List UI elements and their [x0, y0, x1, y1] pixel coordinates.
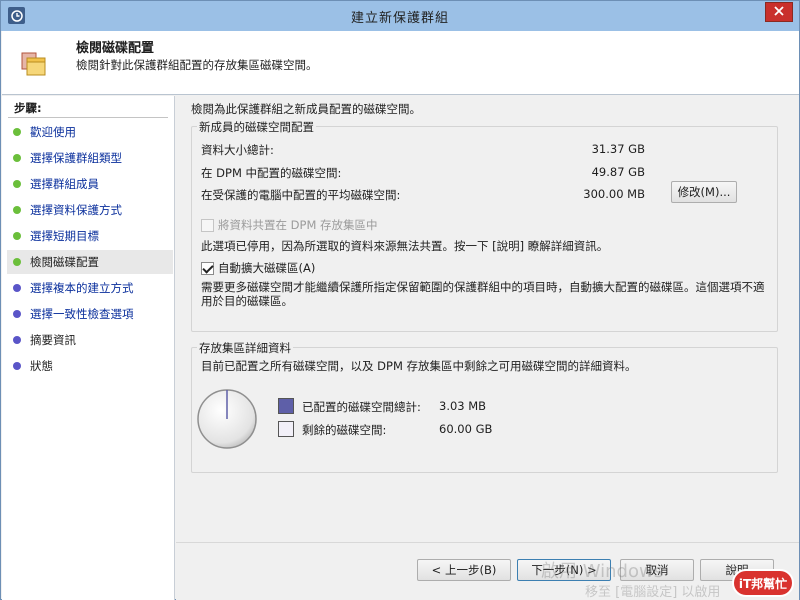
- storage-pool-legend: 存放集區詳細資料: [197, 340, 293, 356]
- step-label: 選擇資料保護方式: [30, 203, 122, 217]
- steps-sidebar: 步驟: 歡迎使用 選擇保護群組類型 選擇群組成員 選擇資料保護方式 選擇短期目標…: [2, 96, 175, 600]
- step-status-dot: [13, 310, 21, 318]
- colocate-note: 此選項已停用，因為所選取的資料來源無法共置。按一下 [說明] 瞭解詳細資訊。: [201, 239, 609, 253]
- step-select-members[interactable]: 選擇群組成員: [7, 172, 173, 196]
- step-label: 選擇一致性檢查選項: [30, 307, 134, 321]
- remaining-label: 剩餘的磁碟空間:: [302, 423, 387, 437]
- total-data-size-label: 資料大小總計:: [201, 143, 274, 157]
- colocate-checkbox[interactable]: [201, 219, 214, 232]
- step-short-term-goals[interactable]: 選擇短期目標: [7, 224, 173, 248]
- autogrow-checkbox[interactable]: [201, 262, 214, 275]
- remaining-value: 60.00 GB: [439, 422, 493, 436]
- step-status-dot: [13, 232, 21, 240]
- main-content: 檢閱為此保護群組之新成員配置的磁碟空間。 新成員的磁碟空間配置 資料大小總計: …: [176, 96, 799, 600]
- allocated-swatch: [278, 398, 294, 414]
- steps-title: 步驟:: [14, 101, 42, 115]
- wizard-window: 建立新保護群組 檢閱磁碟配置 檢閱針對此保護群組配置的存放集區磁碟空間。 步驟:…: [0, 0, 800, 600]
- app-icon: [8, 7, 25, 24]
- colocate-label: 將資料共置在 DPM 存放集區中: [218, 218, 378, 232]
- step-label: 選擇保護群組類型: [30, 151, 122, 165]
- step-label: 摘要資訊: [30, 333, 76, 347]
- close-icon: [774, 5, 784, 19]
- step-status-dot: [13, 258, 21, 266]
- title-bar: 建立新保護群組: [1, 1, 799, 31]
- step-label: 選擇群組成員: [30, 177, 99, 191]
- close-button[interactable]: [765, 2, 793, 22]
- total-data-size-value: 31.37 GB: [591, 142, 645, 156]
- allocation-group: 新成員的磁碟空間配置 資料大小總計: 31.37 GB 在 DPM 中配置的磁碟…: [191, 119, 778, 332]
- steps-divider: [8, 117, 168, 118]
- step-replica-creation[interactable]: 選擇複本的建立方式: [7, 276, 173, 300]
- step-label: 狀態: [30, 359, 53, 373]
- windows-activation-watermark: 啟用 Windows: [541, 561, 664, 582]
- bottom-divider: [176, 542, 799, 543]
- storage-pool-description: 目前已配置之所有磁碟空間，以及 DPM 存放集區中剩餘之可用磁碟空間的詳細資料。: [201, 359, 637, 373]
- ithome-logo: iT邦幫忙: [732, 569, 794, 597]
- step-status: 狀態: [7, 354, 173, 378]
- step-protection-method[interactable]: 選擇資料保護方式: [7, 198, 173, 222]
- windows-activation-watermark-sub: 移至 [電腦設定] 以啟用: [585, 585, 721, 600]
- step-label: 檢閱磁碟配置: [30, 255, 99, 269]
- allocation-legend: 新成員的磁碟空間配置: [197, 119, 316, 135]
- step-status-dot: [13, 180, 21, 188]
- dpm-allocated-label: 在 DPM 中配置的磁碟空間:: [201, 166, 342, 180]
- back-button[interactable]: < 上一步(B): [417, 559, 511, 581]
- disk-folder-icon: [19, 49, 49, 79]
- step-status-dot: [13, 206, 21, 214]
- autogrow-label: 自動擴大磁碟區(A): [218, 261, 316, 275]
- step-select-group-type[interactable]: 選擇保護群組類型: [7, 146, 173, 170]
- storage-pool-group: 存放集區詳細資料 目前已配置之所有磁碟空間，以及 DPM 存放集區中剩餘之可用磁…: [191, 340, 778, 473]
- avg-protected-value: 300.00 MB: [583, 187, 645, 201]
- step-label: 選擇短期目標: [30, 229, 99, 243]
- dpm-allocated-value: 49.87 GB: [591, 165, 645, 179]
- avg-protected-label: 在受保護的電腦中配置的平均磁碟空間:: [201, 188, 401, 202]
- step-status-dot: [13, 336, 21, 344]
- step-status-dot: [13, 362, 21, 370]
- autogrow-note: 需要更多磁碟空間才能繼續保護所指定保留範圍的保護群組中的項目時，自動擴大配置的磁…: [201, 280, 765, 308]
- step-status-dot: [13, 284, 21, 292]
- window-title: 建立新保護群組: [350, 10, 449, 26]
- modify-button[interactable]: 修改(M)...: [671, 181, 737, 203]
- step-review-disk-allocation[interactable]: 檢閱磁碟配置: [7, 250, 173, 274]
- step-consistency-check[interactable]: 選擇一致性檢查選項: [7, 302, 173, 326]
- wizard-header: 檢閱磁碟配置 檢閱針對此保護群組配置的存放集區磁碟空間。: [2, 31, 799, 95]
- intro-text: 檢閱為此保護群組之新成員配置的磁碟空間。: [191, 102, 421, 116]
- page-subtitle: 檢閱針對此保護群組配置的存放集區磁碟空間。: [76, 58, 318, 72]
- page-title: 檢閱磁碟配置: [76, 41, 155, 56]
- step-status-dot: [13, 128, 21, 136]
- step-status-dot: [13, 154, 21, 162]
- step-label: 選擇複本的建立方式: [30, 281, 134, 295]
- step-summary: 摘要資訊: [7, 328, 173, 352]
- remaining-swatch: [278, 421, 294, 437]
- allocated-value: 3.03 MB: [439, 399, 487, 413]
- step-label: 歡迎使用: [30, 125, 76, 139]
- disk-usage-pie: [197, 389, 257, 449]
- step-welcome[interactable]: 歡迎使用: [7, 120, 173, 144]
- allocated-label: 已配置的磁碟空間總計:: [302, 400, 421, 414]
